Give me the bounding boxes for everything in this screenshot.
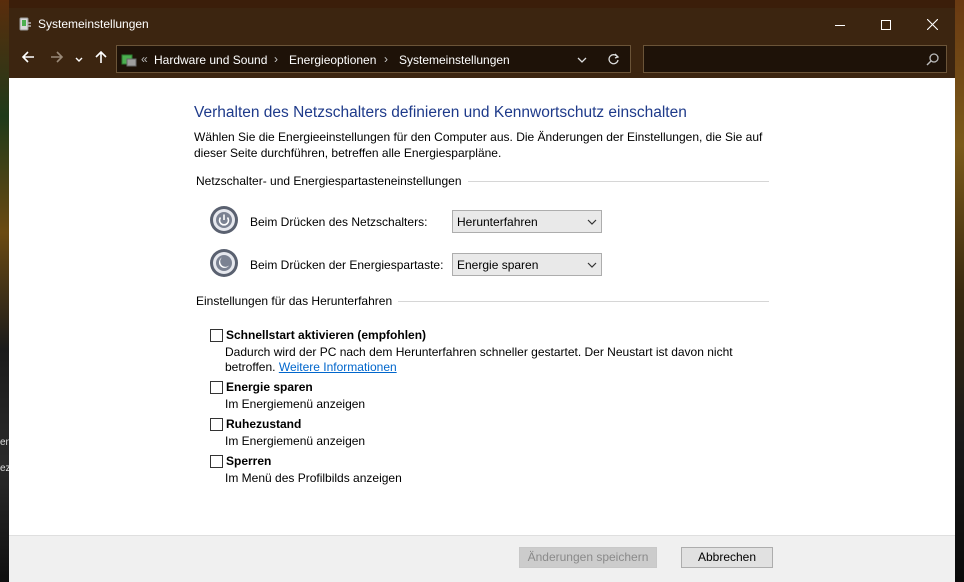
forward-button[interactable] <box>46 48 68 70</box>
page-title: Verhalten des Netzschalters definieren u… <box>194 104 687 121</box>
navigation-bar: « Hardware und Sound › Energieoptionen ›… <box>9 40 955 78</box>
sleep-title[interactable]: Energie sparen <box>226 380 313 394</box>
chevron-down-icon <box>75 57 83 62</box>
address-history-button[interactable] <box>574 51 590 67</box>
power-button-icon <box>210 206 238 234</box>
breadcrumb-systemeinstellungen[interactable]: Systemeinstellungen <box>399 53 510 67</box>
back-button[interactable] <box>17 48 39 70</box>
select-value: Energie sparen <box>457 258 539 272</box>
power-options-icon <box>19 17 31 31</box>
cancel-button[interactable]: Abbrechen <box>681 547 773 568</box>
sleep-button-icon <box>210 249 238 277</box>
recent-locations-button[interactable] <box>71 48 87 70</box>
maximize-icon <box>881 19 891 30</box>
fast-startup-title[interactable]: Schnellstart aktivieren (empfohlen) <box>226 328 426 342</box>
fast-startup-description: Dadurch wird der PC nach dem Herunterfah… <box>225 345 733 374</box>
chevron-down-icon <box>587 262 597 268</box>
footer-bar: Änderungen speichern Abbrechen <box>9 536 955 582</box>
breadcrumb-energieoptionen[interactable]: Energieoptionen <box>289 53 376 67</box>
lock-title[interactable]: Sperren <box>226 454 271 468</box>
breadcrumb-hardware-und-sound[interactable]: Hardware und Sound <box>154 53 267 67</box>
hibernate-title[interactable]: Ruhezustand <box>226 417 301 431</box>
sleep-button-action-select[interactable]: Energie sparen <box>452 253 602 276</box>
main-content: Verhalten des Netzschalters definieren u… <box>9 78 955 535</box>
save-changes-button[interactable]: Änderungen speichern <box>519 547 657 568</box>
refresh-icon <box>607 53 619 65</box>
search-input[interactable] <box>648 49 922 71</box>
control-panel-window: Systemeinstellungen « Hardware und Sound… <box>9 8 955 582</box>
breadcrumb-overflow-icon[interactable]: « <box>141 52 148 66</box>
control-panel-icon <box>121 54 137 67</box>
arrow-right-icon <box>51 51 64 63</box>
chevron-down-icon <box>577 57 587 63</box>
more-info-link[interactable]: Weitere Informationen <box>279 360 397 374</box>
chevron-down-icon <box>587 219 597 225</box>
section-divider <box>397 301 769 302</box>
arrow-up-icon <box>95 50 107 63</box>
lock-checkbox[interactable] <box>210 455 223 468</box>
address-bar[interactable]: « Hardware und Sound › Energieoptionen ›… <box>116 45 631 73</box>
hibernate-checkbox[interactable] <box>210 418 223 431</box>
sleep-checkbox[interactable] <box>210 381 223 394</box>
intro-text: Wählen Sie die Energieeinstellungen für … <box>194 130 763 160</box>
minimize-icon <box>835 24 845 26</box>
title-bar[interactable]: Systemeinstellungen <box>9 8 955 40</box>
desktop-background-right <box>955 0 964 582</box>
search-box[interactable] <box>643 45 947 73</box>
sleep-button-label: Beim Drücken der Energiespartaste: <box>250 258 444 272</box>
power-button-label: Beim Drücken des Netzschalters: <box>250 215 428 229</box>
close-icon <box>926 19 938 31</box>
arrow-left-icon <box>21 51 34 63</box>
fast-startup-checkbox[interactable] <box>210 329 223 342</box>
close-button[interactable] <box>909 8 955 40</box>
sleep-description: Im Energiemenü anzeigen <box>225 397 366 411</box>
refresh-button[interactable] <box>605 51 621 67</box>
section-heading-buttons: Netzschalter- und Energiespartasteneinst… <box>196 174 468 188</box>
section-divider <box>464 181 769 182</box>
search-icon <box>926 53 939 66</box>
power-button-action-select[interactable]: Herunterfahren <box>452 210 602 233</box>
lock-description: Im Menü des Profilbilds anzeigen <box>225 471 402 485</box>
breadcrumb-separator-icon[interactable]: › <box>384 52 388 66</box>
breadcrumb-separator-icon[interactable]: › <box>274 52 278 66</box>
window-title: Systemeinstellungen <box>38 17 149 31</box>
minimize-button[interactable] <box>817 8 863 40</box>
section-heading-shutdown: Einstellungen für das Herunterfahren <box>196 294 399 308</box>
select-value: Herunterfahren <box>457 215 538 229</box>
up-button[interactable] <box>90 48 112 70</box>
hibernate-description: Im Energiemenü anzeigen <box>225 434 366 448</box>
maximize-button[interactable] <box>863 8 909 40</box>
desktop-background-left: en ez <box>0 0 11 582</box>
